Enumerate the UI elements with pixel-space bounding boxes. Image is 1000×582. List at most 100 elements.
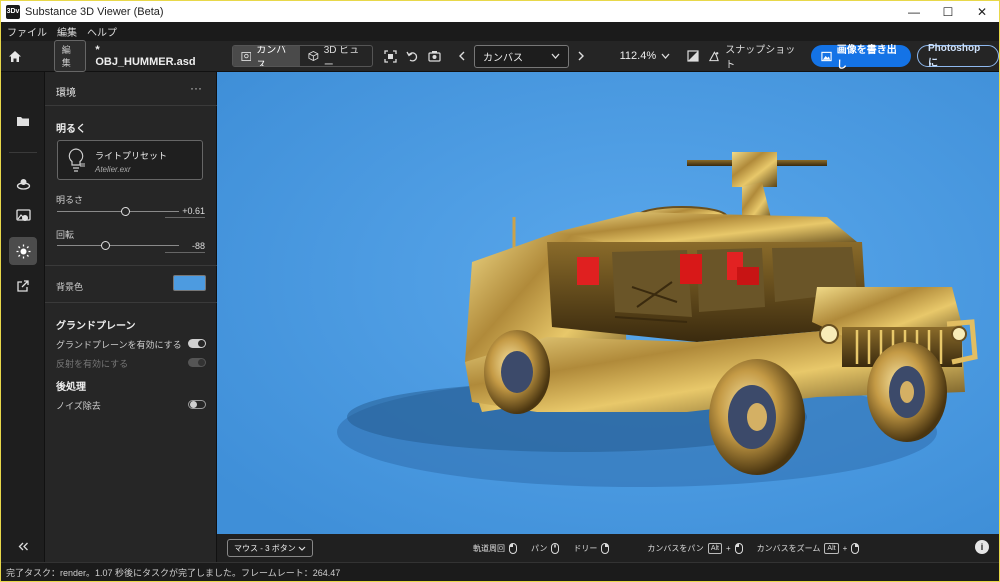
- brightness-slider-track[interactable]: [57, 211, 179, 212]
- rotation-slider-handle[interactable]: [101, 241, 111, 250]
- rotation-label: 回転: [56, 230, 75, 240]
- window-title: Substance 3D Viewer (Beta): [25, 5, 164, 18]
- zoom-control[interactable]: 112.4%: [620, 50, 671, 62]
- denoise-label: ノイズ除去: [56, 401, 101, 411]
- light-preset-file: Atelier.exr: [95, 165, 131, 174]
- rail-divider: [9, 152, 37, 153]
- lightbulb-icon: [68, 148, 85, 172]
- tab-3d-view[interactable]: 3D ビュー: [300, 46, 372, 66]
- image-export-icon: [821, 51, 832, 61]
- ground-enable-toggle[interactable]: [188, 339, 206, 348]
- mouse-mode-select[interactable]: マウス - 3 ボタン: [227, 539, 313, 557]
- viewport-controls-bar: マウス - 3 ボタン 軌道周回 パン ドリー カンバスをパン Alt + カン…: [217, 534, 999, 562]
- background-color-swatch[interactable]: [173, 275, 206, 291]
- chevron-left-icon: [459, 51, 465, 61]
- rotation-value-field[interactable]: -88: [165, 241, 205, 253]
- menu-bar: ファイル 編集 ヘルプ: [1, 22, 999, 41]
- more-options-button[interactable]: ···: [190, 81, 202, 95]
- divider: [45, 265, 217, 266]
- home-button[interactable]: [1, 41, 29, 72]
- plus-sign: +: [725, 543, 731, 553]
- rotation-slider-track[interactable]: [57, 245, 179, 246]
- frame-icon: [384, 49, 397, 63]
- previous-camera-button[interactable]: [452, 45, 474, 67]
- divider: [45, 105, 217, 106]
- rail-assets-button[interactable]: [9, 107, 37, 135]
- reflection-toggle[interactable]: [188, 358, 206, 367]
- brightness-value-field[interactable]: +0.61: [165, 206, 205, 218]
- hint-pan-label: パン: [531, 543, 548, 553]
- app-window: 3Dv Substance 3D Viewer (Beta) — ☐ ✕ ファイ…: [1, 1, 999, 581]
- sun-icon: [16, 244, 30, 258]
- brightness-slider-handle[interactable]: [120, 207, 130, 216]
- camera-settings-icon: [428, 50, 441, 62]
- rendered-vehicle: [217, 72, 999, 534]
- undo-button[interactable]: [402, 45, 424, 67]
- title-bar: 3Dv Substance 3D Viewer (Beta) — ☐ ✕: [1, 1, 999, 22]
- section-post-title: 後処理: [56, 382, 86, 393]
- canvas-icon: [240, 51, 251, 61]
- send-to-photoshop-label: Photoshop に: [927, 43, 981, 69]
- chevron-right-icon: [578, 51, 585, 61]
- hint-dolly: ドリー: [573, 542, 610, 554]
- panel-title: 環境: [56, 88, 76, 99]
- home-icon: [8, 50, 21, 62]
- folder-icon: [17, 117, 29, 126]
- mouse-left-icon: [509, 542, 517, 554]
- 3d-viewport[interactable]: [217, 72, 999, 534]
- send-to-photoshop-button[interactable]: Photoshop に: [916, 43, 999, 69]
- menu-edit[interactable]: 編集: [57, 24, 77, 39]
- light-preset-title: ライトプリセット: [95, 151, 168, 161]
- rail-environment-button[interactable]: [9, 237, 37, 265]
- aspect-button[interactable]: [682, 45, 704, 67]
- next-camera-button[interactable]: [569, 45, 591, 67]
- scene-objects-icon: [16, 179, 30, 190]
- status-text: 完了タスク：render。1.07 秒後にタスクが完了しました。フレームレート：…: [6, 567, 341, 578]
- hint-canvas-zoom-label: カンバスをズーム: [756, 543, 821, 553]
- minimize-button[interactable]: —: [897, 1, 931, 22]
- mouse-mode-value: マウス - 3 ボタン: [234, 543, 296, 553]
- collapse-panel-button[interactable]: [9, 532, 37, 560]
- ground-enable-label: グランドプレーンを有効にする: [56, 340, 182, 350]
- alt-key: Alt: [824, 542, 839, 554]
- info-button[interactable]: i: [975, 540, 989, 554]
- undo-icon: [406, 51, 418, 62]
- snapshot-icon: [709, 50, 720, 61]
- aspect-ratio-icon: [687, 50, 699, 62]
- environment-panel: 環境 ··· 明るく ライトプリセット Atelier.exr 明るさ +0.6…: [45, 72, 217, 562]
- window-controls: — ☐ ✕: [897, 1, 999, 22]
- double-chevron-left-icon: [18, 542, 28, 550]
- divider: [45, 302, 217, 303]
- menu-help[interactable]: ヘルプ: [87, 24, 117, 39]
- rail-export-button[interactable]: [9, 272, 37, 300]
- light-preset-picker[interactable]: ライトプリセット Atelier.exr: [57, 140, 203, 180]
- edit-badge[interactable]: 編集: [53, 40, 87, 72]
- hint-canvas-pan: カンバスをパン Alt +: [647, 542, 743, 554]
- frame-button[interactable]: [379, 45, 401, 67]
- denoise-toggle[interactable]: [188, 400, 206, 409]
- snapshot-button[interactable]: スナップショット: [708, 41, 798, 71]
- tab-canvas[interactable]: カンバス: [232, 45, 300, 67]
- alt-key: Alt: [707, 542, 722, 554]
- chevron-down-icon: [298, 546, 306, 551]
- export-image-button[interactable]: 画像を書き出し: [810, 45, 911, 71]
- maximize-button[interactable]: ☐: [931, 1, 965, 22]
- brightness-label: 明るさ: [56, 195, 84, 205]
- tab-canvas-label: カンバス: [256, 45, 287, 67]
- menu-file[interactable]: ファイル: [7, 24, 47, 39]
- rail-scene-button[interactable]: [9, 170, 37, 198]
- app-logo-icon: 3Dv: [6, 4, 20, 19]
- rail-materials-button[interactable]: [9, 202, 37, 230]
- close-button[interactable]: ✕: [965, 1, 999, 22]
- camera-settings-button[interactable]: [424, 45, 446, 67]
- hint-canvas-pan-label: カンバスをパン: [647, 543, 704, 553]
- background-color-label: 背景色: [56, 282, 84, 292]
- camera-select[interactable]: カンバス: [473, 44, 570, 68]
- mouse-right-icon: [601, 542, 610, 554]
- document-filename: * OBJ_HUMMER.asd: [95, 44, 196, 68]
- toggle-knob: [198, 340, 205, 347]
- toggle-knob: [190, 401, 197, 408]
- hint-pan: パン: [531, 542, 560, 554]
- section-ground-title: グランドプレーン: [56, 321, 136, 332]
- plus-sign: +: [842, 543, 848, 553]
